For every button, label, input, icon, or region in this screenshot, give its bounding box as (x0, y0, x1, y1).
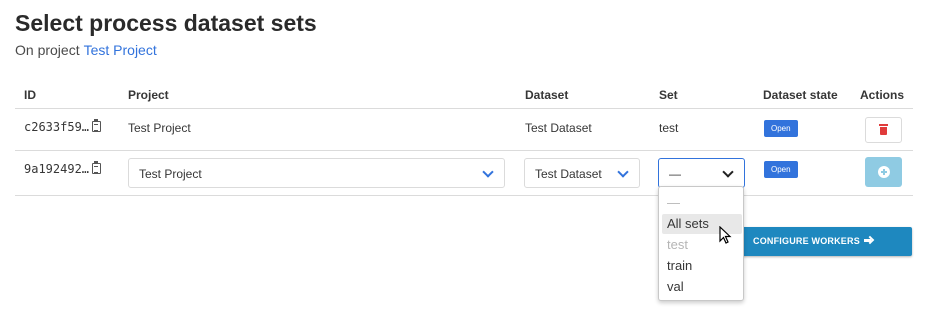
header-id: ID (24, 88, 36, 102)
row1-id-text: c2633f59… (24, 120, 90, 134)
header-set: Set (659, 88, 678, 102)
row1-id: c2633f59… (24, 119, 102, 134)
delete-button[interactable] (865, 117, 902, 143)
trash-icon (879, 124, 888, 135)
row-divider (15, 195, 913, 196)
row1-state-badge: Open (764, 120, 798, 137)
chevron-down-icon (617, 166, 629, 178)
mouse-cursor-icon (719, 226, 732, 244)
clipboard-icon[interactable] (92, 119, 102, 132)
page-subtitle: On project Test Project (15, 42, 157, 58)
configure-workers-button[interactable]: CONFIGURE WORKERS (740, 227, 912, 256)
dropdown-option-train[interactable]: train (662, 256, 742, 276)
header-actions: Actions (860, 88, 905, 102)
row1-set: test (659, 121, 679, 135)
dropdown-option-empty[interactable]: — (662, 193, 742, 213)
row2-id-text: 9a192492… (24, 162, 90, 176)
header-project: Project (128, 88, 169, 102)
row2-state-badge: Open (764, 161, 798, 178)
set-select-value: — (669, 167, 681, 181)
header-divider (15, 108, 913, 109)
arrow-right-icon (863, 236, 873, 245)
page-title: Select process dataset sets (15, 10, 317, 36)
clipboard-icon[interactable] (92, 161, 102, 174)
configure-workers-label: CONFIGURE WORKERS (753, 236, 860, 246)
row-divider (15, 150, 913, 151)
plus-circle-icon (878, 166, 890, 178)
chevron-down-icon (722, 166, 734, 178)
header-dataset: Dataset (525, 88, 569, 102)
project-select[interactable]: Test Project (128, 158, 505, 188)
row1-dataset: Test Dataset (525, 121, 592, 135)
add-button[interactable] (865, 157, 902, 187)
row2-id: 9a192492… (24, 161, 102, 176)
header-dataset-state: Dataset state (763, 88, 838, 102)
subtitle-prefix: On project (15, 42, 80, 58)
chevron-down-icon (482, 166, 494, 178)
dropdown-option-val[interactable]: val (662, 277, 742, 297)
row1-project: Test Project (128, 121, 191, 135)
dataset-select[interactable]: Test Dataset (524, 158, 640, 188)
set-select[interactable]: — (658, 158, 745, 188)
dataset-select-value: Test Dataset (535, 167, 602, 181)
project-link[interactable]: Test Project (84, 42, 157, 58)
project-select-value: Test Project (139, 167, 202, 181)
